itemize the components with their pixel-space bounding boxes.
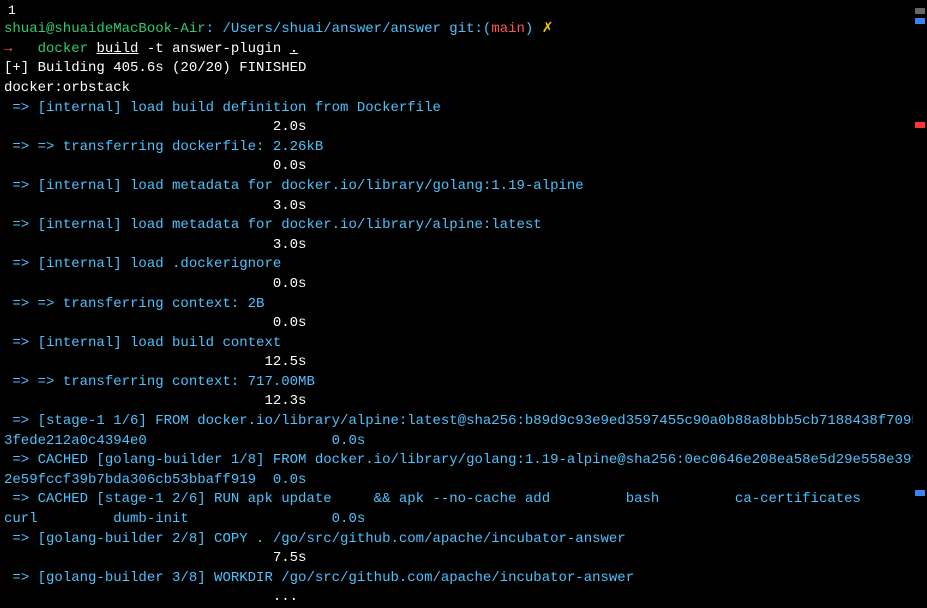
scroll-marker (915, 122, 925, 128)
shell-prompt: shuai@shuaideMacBook-Air: /Users/shuai/a… (4, 20, 923, 40)
current-path: /Users/shuai/answer/answer (222, 21, 440, 37)
scroll-marker (915, 8, 925, 14)
build-step: => [internal] load .dockerignore (4, 255, 923, 275)
build-step: => CACHED [stage-1 2/6] RUN apk update &… (4, 490, 923, 529)
build-step: => => transferring dockerfile: 2.26kB (4, 138, 923, 158)
build-step: => => transferring context: 2B (4, 295, 923, 315)
command-line[interactable]: → docker build -t answer-plugin . (4, 40, 923, 60)
step-timing: 3.0s (4, 197, 923, 217)
build-step: => [golang-builder 3/8] WORKDIR /go/src/… (4, 569, 923, 589)
cmd-dot: . (290, 41, 298, 57)
step-timing: 3.0s (4, 236, 923, 256)
cmd-build: build (96, 41, 138, 57)
step-timing: 0.0s (4, 275, 923, 295)
git-branch: main (491, 21, 525, 37)
scroll-marker (915, 490, 925, 496)
git-label: git:( (449, 21, 491, 37)
colon: : (206, 21, 223, 37)
build-step: => [stage-1 1/6] FROM docker.io/library/… (4, 412, 923, 451)
step-timing: 12.5s (4, 353, 923, 373)
step-timing: 7.5s (4, 549, 923, 569)
scroll-marker (915, 18, 925, 24)
step-timing: 0.0s (4, 314, 923, 334)
build-steps: => [internal] load build definition from… (4, 99, 923, 608)
step-timing: 12.3s (4, 392, 923, 412)
cmd-args: -t answer-plugin (138, 41, 289, 57)
build-step: => => transferring context: 717.00MB (4, 373, 923, 393)
step-timing: ... (4, 588, 923, 608)
user-host: shuai@shuaideMacBook-Air (4, 21, 206, 37)
cmd-docker: docker (38, 41, 88, 57)
build-header: [+] Building 405.6s (20/20) FINISHED (4, 59, 923, 79)
step-timing: 0.0s (4, 157, 923, 177)
scrollbar-track[interactable] (913, 0, 927, 512)
step-timing: 2.0s (4, 118, 923, 138)
build-step: => [internal] load build definition from… (4, 99, 923, 119)
docker-context: docker:orbstack (4, 79, 923, 99)
build-step: => [golang-builder 2/8] COPY . /go/src/g… (4, 530, 923, 550)
build-step: => [internal] load metadata for docker.i… (4, 216, 923, 236)
dirty-mark: ✗ (542, 21, 554, 37)
line-number: 1 (4, 2, 923, 20)
build-step: => CACHED [golang-builder 1/8] FROM dock… (4, 451, 923, 490)
build-step: => [internal] load build context (4, 334, 923, 354)
build-step: => [internal] load metadata for docker.i… (4, 177, 923, 197)
